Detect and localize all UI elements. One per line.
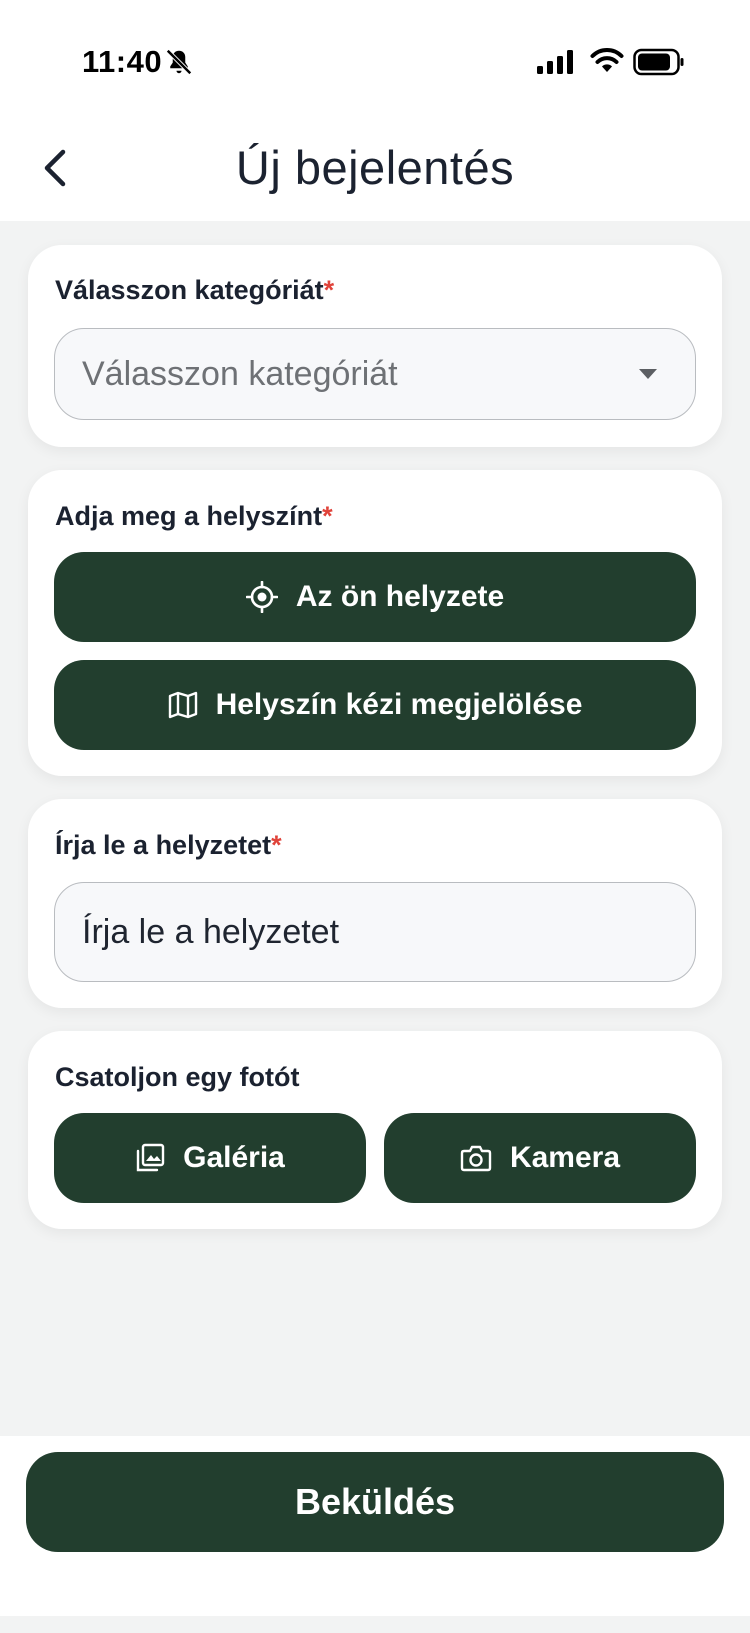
location-card: Adja meg a helyszínt* Az ön helyzete Hel… bbox=[28, 470, 722, 776]
gallery-button[interactable]: Galéria bbox=[54, 1113, 366, 1203]
wifi-icon bbox=[590, 48, 624, 72]
required-mark: * bbox=[323, 275, 335, 305]
location-label: Adja meg a helyszínt* bbox=[55, 501, 333, 531]
camera-label: Kamera bbox=[509, 1141, 621, 1174]
category-card: Válasszon kategóriát* Válasszon kategóri… bbox=[28, 245, 722, 447]
battery-icon bbox=[633, 48, 684, 76]
new-report-screen: 11:40 Új bejelentés Válasszon kategóriát… bbox=[0, 0, 750, 1633]
photo-label: Csatoljon egy fotót bbox=[55, 1062, 300, 1092]
required-mark: * bbox=[271, 830, 282, 860]
gallery-label: Galéria bbox=[183, 1141, 285, 1174]
submit-button[interactable]: Beküldés bbox=[26, 1452, 724, 1552]
signal-icon bbox=[537, 50, 573, 74]
page-title: Új bejelentés bbox=[235, 141, 515, 194]
required-mark: * bbox=[322, 501, 333, 531]
photo-card: Csatoljon egy fotót Galéria Kamera bbox=[28, 1031, 722, 1229]
category-placeholder: Válasszon kategóriát bbox=[82, 354, 398, 393]
header-area: 11:40 Új bejelentés bbox=[0, 0, 750, 221]
current-location-label: Az ön helyzete bbox=[295, 580, 505, 613]
status-time: 11:40 bbox=[82, 44, 163, 79]
manual-location-label: Helyszín kézi megjelölése bbox=[215, 688, 583, 721]
category-label: Válasszon kategóriát* bbox=[55, 275, 335, 305]
description-input[interactable]: Írja le a helyzetet bbox=[54, 882, 696, 982]
bell-off-icon bbox=[166, 49, 192, 75]
category-select[interactable]: Válasszon kategóriát bbox=[54, 328, 696, 420]
camera-icon bbox=[460, 1144, 492, 1172]
description-placeholder: Írja le a helyzetet bbox=[82, 912, 340, 951]
description-label: Írja le a helyzetet* bbox=[55, 830, 282, 860]
description-card: Írja le a helyzetet* Írja le a helyzetet bbox=[28, 799, 722, 1008]
manual-location-button[interactable]: Helyszín kézi megjelölése bbox=[54, 660, 696, 750]
current-location-button[interactable]: Az ön helyzete bbox=[54, 552, 696, 642]
gallery-icon bbox=[135, 1143, 165, 1173]
camera-button[interactable]: Kamera bbox=[384, 1113, 696, 1203]
map-icon bbox=[168, 691, 198, 719]
crosshair-icon bbox=[245, 581, 278, 613]
caret-down-icon bbox=[639, 369, 657, 379]
